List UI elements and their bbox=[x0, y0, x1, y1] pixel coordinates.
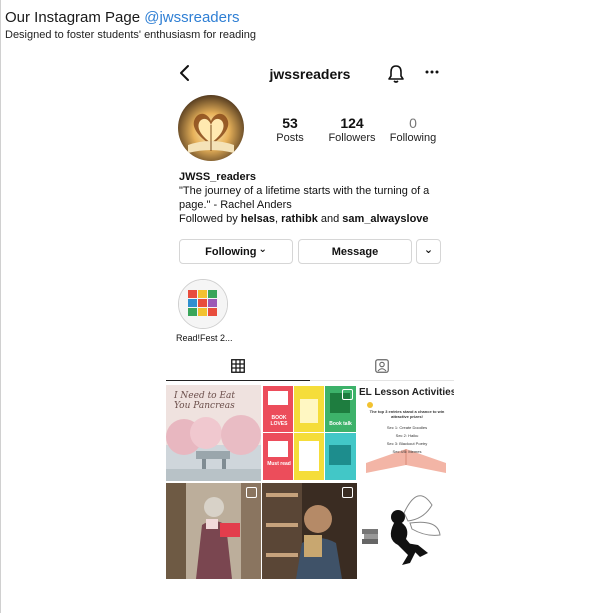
post-caption: I Need to Eat You Pancreas bbox=[174, 391, 236, 411]
post-caption: Sec 3: Blackout Poetry bbox=[386, 441, 428, 446]
followed-user-link[interactable]: sam_alwayslove bbox=[342, 213, 428, 225]
followed-and: and bbox=[317, 213, 343, 225]
display-name: JWSS_readers bbox=[179, 171, 257, 183]
post-thumbnail[interactable]: I Need to Eat You Pancreas bbox=[166, 385, 261, 481]
post-caption: EL Lesson Activities bbox=[359, 387, 454, 398]
post-caption: Sec 1: Create Doodles bbox=[386, 425, 428, 430]
following-button-label: Following bbox=[205, 245, 257, 258]
page-title-handle[interactable]: @jwssreaders bbox=[144, 9, 239, 26]
following-button[interactable]: Following ⌄ bbox=[179, 239, 293, 264]
bio-line-2: page." - Rachel Anders bbox=[179, 199, 292, 211]
followed-user-link[interactable]: helsas bbox=[241, 213, 275, 225]
avatar-image bbox=[178, 95, 244, 161]
post-thumbnail[interactable]: EL Lesson Activities The top 3 entries s… bbox=[358, 385, 454, 481]
grid-icon[interactable] bbox=[231, 359, 245, 373]
highlight-image bbox=[179, 280, 227, 328]
profile-avatar[interactable] bbox=[178, 95, 244, 161]
bio-line-1: "The journey of a lifetime starts with t… bbox=[179, 185, 430, 197]
multiple-images-icon bbox=[246, 487, 257, 498]
page-subtitle: Designed to foster students' enthusiasm … bbox=[5, 29, 256, 41]
stat-followers-label: Followers bbox=[328, 132, 376, 144]
followed-by-prefix: Followed by bbox=[179, 213, 241, 225]
multiple-images-icon bbox=[342, 389, 353, 400]
highlight-label: Read!Fest 2... bbox=[176, 333, 233, 343]
chevron-down-icon: ⌄ bbox=[423, 243, 434, 256]
story-highlight[interactable]: Read!Fest 2... bbox=[176, 279, 233, 343]
stat-posts-value: 53 bbox=[282, 115, 298, 131]
post-image bbox=[358, 483, 454, 579]
post-caption: Must read bbox=[267, 461, 291, 467]
active-tab-indicator bbox=[166, 380, 310, 381]
post-caption: BOOK LOVES bbox=[270, 415, 288, 427]
tab-divider bbox=[310, 380, 454, 381]
stat-posts-label: Posts bbox=[276, 132, 304, 144]
post-thumbnail[interactable] bbox=[262, 483, 357, 579]
stat-followers[interactable]: 124 Followers bbox=[324, 115, 380, 145]
highlight-cover[interactable] bbox=[178, 279, 228, 329]
instagram-profile: jwssreaders 53 Posts 124 Followers 0 Fol… bbox=[166, 55, 454, 580]
stat-following-value: 0 bbox=[409, 115, 417, 131]
stat-posts[interactable]: 53 Posts bbox=[272, 115, 308, 145]
post-caption: The top 3 entries stand a chance to win … bbox=[369, 409, 445, 419]
bell-icon[interactable] bbox=[387, 64, 405, 84]
post-thumbnail[interactable] bbox=[358, 483, 454, 579]
stat-following-label: Following bbox=[389, 132, 437, 144]
stat-following[interactable]: 0 Following bbox=[386, 115, 440, 145]
stat-followers-value: 124 bbox=[340, 115, 364, 131]
followed-by: Followed by helsas, rathibk and sam_alwa… bbox=[179, 212, 449, 226]
profile-bio: JWSS_readers "The journey of a lifetime … bbox=[179, 170, 449, 226]
post-thumbnail[interactable] bbox=[166, 483, 261, 579]
multiple-images-icon bbox=[342, 487, 353, 498]
profile-username: jwssreaders bbox=[269, 66, 351, 82]
ellipsis-icon[interactable] bbox=[424, 67, 440, 77]
top-bar: jwssreaders bbox=[166, 55, 454, 91]
tagged-person-icon[interactable] bbox=[375, 359, 389, 373]
post-caption: Sec 4/5: Memes bbox=[392, 449, 422, 454]
message-button-label: Message bbox=[331, 245, 379, 258]
post-caption: Sec 2: Haiku bbox=[395, 433, 419, 438]
left-border bbox=[0, 0, 1, 613]
suggested-accounts-button[interactable]: ⌄ bbox=[416, 239, 441, 264]
page-header: Our Instagram Page @jwssreaders Designed… bbox=[5, 9, 256, 41]
post-thumbnail[interactable]: BOOK LOVES Must read Book talk bbox=[262, 385, 357, 481]
page-title: Our Instagram Page @jwssreaders bbox=[5, 9, 256, 27]
followed-user-link[interactable]: rathibk bbox=[281, 213, 318, 225]
page-title-text: Our Instagram Page bbox=[5, 9, 145, 26]
post-caption: Book talk bbox=[329, 421, 352, 427]
chevron-down-icon: ⌄ bbox=[258, 244, 267, 255]
message-button[interactable]: Message bbox=[298, 239, 412, 264]
posts-grid: I Need to Eat You Pancreas BOOK LOVES Mu… bbox=[166, 385, 454, 580]
